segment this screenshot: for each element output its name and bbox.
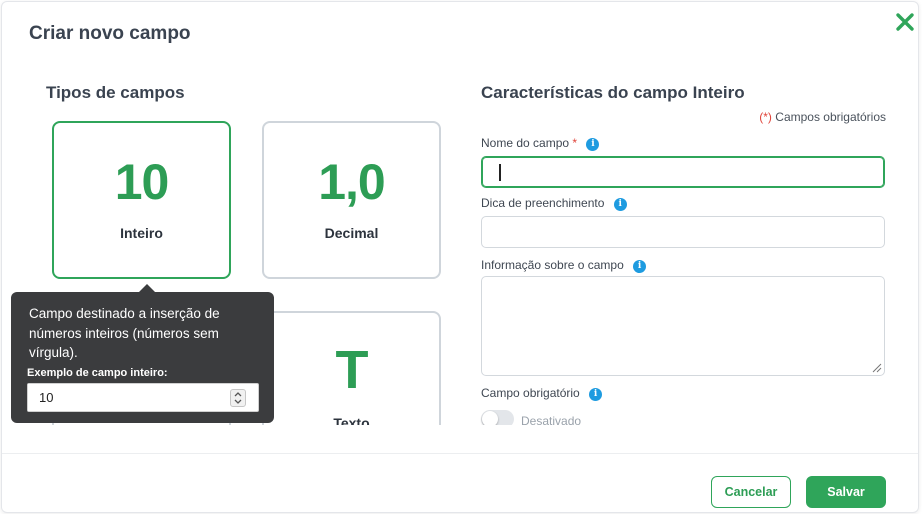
required-field-label-text: Campo obrigatório [481, 386, 580, 400]
integer-glyph: 10 [114, 154, 170, 210]
type-card-decimal[interactable]: 1,0 Decimal [262, 121, 441, 279]
spinner-icon[interactable] [230, 389, 246, 407]
type-card-text[interactable]: T Texto [262, 311, 441, 425]
text-caret [499, 164, 501, 181]
type-tooltip: Campo destinado a inserção de números in… [11, 284, 274, 423]
text-type-icon: T [335, 340, 369, 400]
decimal-glyph: 1,0 [318, 154, 386, 210]
field-info-label-text: Informação sobre o campo [481, 258, 624, 272]
field-types-title: Tipos de campos [46, 83, 185, 102]
dialog-title: Criar novo campo [29, 23, 191, 44]
close-icon[interactable] [894, 11, 916, 33]
required-star: * [572, 136, 578, 150]
tooltip-text: Campo destinado a inserção de números in… [29, 306, 220, 360]
field-name-label-text: Nome do campo [481, 136, 570, 150]
info-icon[interactable]: i [613, 198, 627, 211]
type-card-integer[interactable]: 10 Inteiro [52, 121, 231, 279]
hint-label-text: Dica de preenchimento [481, 196, 605, 210]
example-number-value[interactable] [28, 384, 218, 411]
hint-input[interactable] [481, 216, 885, 248]
field-name-label: Nome do campo * i [481, 136, 600, 151]
hint-label: Dica de preenchimento i [481, 196, 627, 211]
hint-text[interactable] [482, 217, 884, 247]
cancel-button[interactable]: Cancelar [711, 476, 791, 508]
type-card-label: Texto [333, 415, 370, 425]
tooltip-example-label: Exemplo de campo inteiro: [27, 367, 168, 379]
required-note-text: Campos obrigatórios [775, 110, 886, 124]
required-toggle-label: Desativado [521, 414, 582, 425]
field-characteristics-title: Características do campo Inteiro [481, 83, 745, 102]
tooltip-arrow [138, 284, 156, 293]
example-number-input[interactable] [27, 383, 259, 412]
field-info-label: Informação sobre o campo i [481, 258, 647, 273]
field-info-text[interactable] [482, 277, 884, 375]
required-fields-note: (*) Campos obrigatórios [759, 110, 886, 124]
info-icon[interactable]: i [586, 138, 600, 151]
create-field-dialog: Criar novo campo Tipos de campos 10 Inte… [1, 1, 919, 513]
required-mark: (*) [759, 110, 772, 124]
save-button[interactable]: Salvar [806, 476, 886, 508]
toggle-knob [482, 411, 498, 425]
field-info-textarea[interactable] [481, 276, 885, 376]
required-toggle[interactable] [481, 410, 514, 425]
field-name-text[interactable] [482, 157, 884, 187]
type-card-label: Decimal [324, 225, 379, 241]
resize-grip-icon[interactable] [870, 361, 882, 373]
info-icon[interactable]: i [589, 388, 603, 401]
info-icon[interactable]: i [633, 260, 647, 273]
type-card-label: Inteiro [120, 225, 163, 241]
field-name-input[interactable] [481, 156, 885, 188]
required-field-label: Campo obrigatório i [481, 386, 603, 401]
footer-divider [2, 453, 918, 454]
